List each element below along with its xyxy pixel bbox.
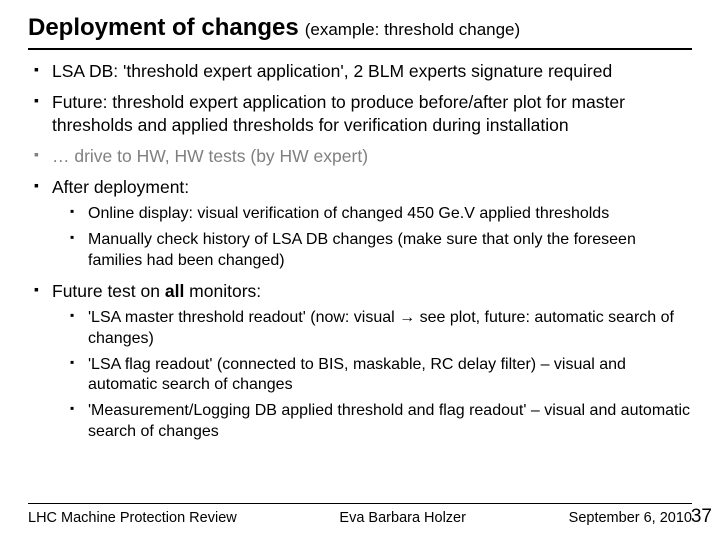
- sub-bullet-item: 'Measurement/Logging DB applied threshol…: [70, 401, 692, 443]
- bullet-item: LSA DB: 'threshold expert application', …: [34, 60, 692, 83]
- slide: Deployment of changes (example: threshol…: [0, 0, 720, 540]
- bullet-item: After deployment: Online display: visual…: [34, 176, 692, 271]
- title-main: Deployment of changes: [28, 14, 299, 42]
- page-number: 37: [691, 506, 712, 528]
- footer-row: LHC Machine Protection Review Eva Barbar…: [28, 510, 692, 526]
- sub-bullet-item: 'LSA flag readout' (connected to BIS, ma…: [70, 355, 692, 397]
- sub-bullet-text-pre: 'LSA master threshold readout' (now: vis…: [88, 309, 399, 326]
- title-divider: [28, 48, 692, 50]
- arrow-icon: →: [399, 309, 415, 326]
- sub-bullet-list: 'LSA master threshold readout' (now: vis…: [52, 308, 692, 443]
- sub-bullet-text: 'LSA flag readout' (connected to BIS, ma…: [88, 356, 626, 394]
- sub-bullet-text: 'Measurement/Logging DB applied threshol…: [88, 402, 690, 440]
- footer-center: Eva Barbara Holzer: [237, 510, 569, 526]
- bullet-text: Future: threshold expert application to …: [52, 92, 625, 135]
- sub-bullet-text: Online display: visual verification of c…: [88, 205, 609, 222]
- sub-bullet-item: Manually check history of LSA DB changes…: [70, 230, 692, 272]
- bullet-text-post: monitors:: [184, 281, 261, 301]
- footer-divider: [28, 503, 692, 504]
- bullet-text-pre: Future test on: [52, 281, 165, 301]
- sub-bullet-list: Online display: visual verification of c…: [52, 204, 692, 271]
- bullet-text: LSA DB: 'threshold expert application', …: [52, 61, 612, 81]
- slide-title: Deployment of changes (example: threshol…: [28, 14, 692, 42]
- footer: LHC Machine Protection Review Eva Barbar…: [0, 503, 720, 526]
- bullet-item: Future: threshold expert application to …: [34, 91, 692, 137]
- title-sub: (example: threshold change): [305, 20, 520, 40]
- bullet-item-gray: … drive to HW, HW tests (by HW expert): [34, 145, 692, 168]
- bullet-text: … drive to HW, HW tests (by HW expert): [52, 146, 368, 166]
- bullet-text-bold: all: [165, 281, 184, 301]
- bullet-text: After deployment:: [52, 177, 189, 197]
- sub-bullet-text: Manually check history of LSA DB changes…: [88, 231, 636, 269]
- bullet-item: Future test on all monitors: 'LSA master…: [34, 280, 692, 443]
- footer-left: LHC Machine Protection Review: [28, 510, 237, 526]
- footer-right: September 6, 2010: [569, 510, 692, 526]
- sub-bullet-item: Online display: visual verification of c…: [70, 204, 692, 225]
- sub-bullet-item: 'LSA master threshold readout' (now: vis…: [70, 308, 692, 350]
- bullet-list: LSA DB: 'threshold expert application', …: [28, 60, 692, 443]
